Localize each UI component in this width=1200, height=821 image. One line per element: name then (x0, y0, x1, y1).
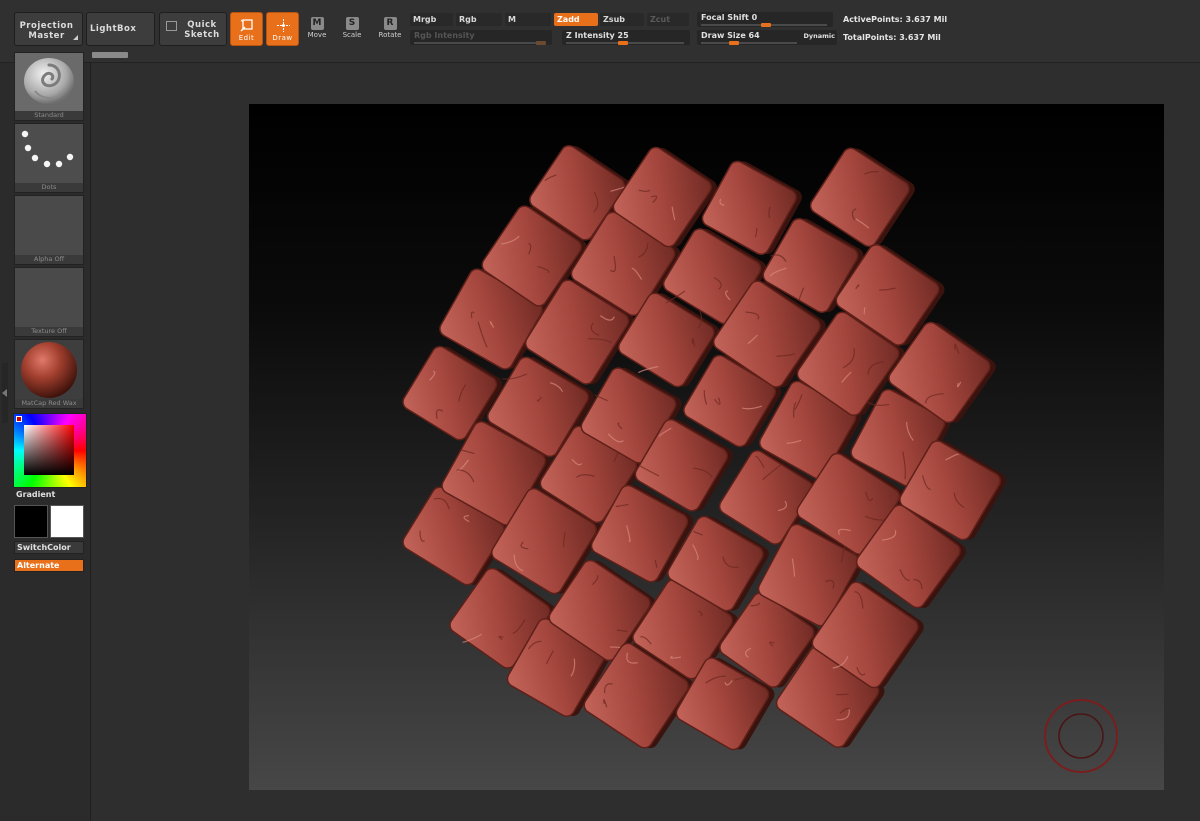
move-button[interactable]: M Move (305, 17, 329, 39)
move-icon: M (310, 17, 324, 30)
total-points-label: TotalPoints: (843, 33, 897, 42)
color-cursor (16, 416, 22, 422)
m-toggle[interactable]: M (505, 13, 551, 26)
corner-arrow-icon (73, 35, 78, 40)
mrgb-toggle[interactable]: Mrgb (410, 13, 453, 26)
projection-master-button[interactable]: Projection Master (14, 12, 83, 46)
gradient-label: Gradient (16, 490, 56, 499)
quick-sketch-button[interactable]: Quick Sketch (159, 12, 227, 46)
switch-color-button[interactable]: SwitchColor (14, 541, 84, 554)
zsub-toggle[interactable]: Zsub (600, 13, 644, 26)
edit-button[interactable]: Edit (230, 12, 263, 46)
left-shelf: Standard Dots Alpha Off Texture Off MatC… (0, 52, 91, 821)
main-color-swatch[interactable] (50, 505, 84, 538)
draw-size-slider[interactable]: Draw Size 64 Dynamic (697, 30, 837, 45)
edit-icon (240, 19, 253, 32)
shelf-collapse-handle[interactable] (2, 363, 8, 423)
quick-sketch-label: Quick Sketch (184, 20, 220, 40)
z-intensity-label: Z Intensity (566, 31, 615, 40)
rgb-toggle[interactable]: Rgb (456, 13, 502, 26)
alternate-button[interactable]: Alternate (14, 559, 84, 572)
color-square[interactable] (24, 425, 74, 475)
tray-handle[interactable] (92, 52, 128, 58)
active-points-value: 3.637 Mil (905, 15, 948, 24)
z-intensity-slider[interactable]: Z Intensity 25 (562, 30, 690, 45)
focal-shift-knob (761, 23, 771, 27)
z-intensity-knob (618, 41, 628, 45)
alpha-thumbnail[interactable]: Alpha Off (14, 195, 84, 265)
dots-stroke-icon (21, 130, 74, 168)
material-caption: MatCap Red Wax (15, 399, 83, 408)
texture-caption: Texture Off (15, 327, 83, 336)
rgb-intensity-slider[interactable]: Rgb Intensity (410, 30, 552, 45)
dynamic-button[interactable]: Dynamic (803, 30, 835, 42)
top-toolbar: Projection Master LightBox Quick Sketch … (0, 0, 1200, 63)
active-points-readout: ActivePoints: 3.637 Mil (843, 15, 947, 24)
brush-thumbnail[interactable]: Standard (14, 52, 84, 121)
focal-shift-track (701, 23, 827, 27)
stone-pavement-model[interactable] (249, 104, 1164, 790)
collapse-arrow-icon (2, 389, 7, 397)
rgb-intensity-knob (536, 41, 546, 45)
focal-shift-label: Focal Shift (701, 13, 749, 22)
red-wax-sphere-icon (21, 342, 77, 398)
draw-button[interactable]: Draw (266, 12, 299, 46)
rotate-button[interactable]: R Rotate (376, 17, 404, 39)
lightbox-button[interactable]: LightBox (86, 12, 155, 46)
total-points-readout: TotalPoints: 3.637 Mil (843, 33, 941, 42)
zadd-toggle[interactable]: Zadd (554, 13, 598, 26)
total-points-value: 3.637 Mil (899, 33, 941, 42)
active-points-label: ActivePoints: (843, 15, 903, 24)
texture-thumbnail[interactable]: Texture Off (14, 267, 84, 337)
color-picker[interactable] (13, 413, 87, 488)
draw-size-track (701, 41, 797, 45)
z-intensity-track (566, 41, 684, 45)
zcut-toggle[interactable]: Zcut (647, 13, 689, 26)
projection-master-label: Projection Master (19, 21, 74, 41)
draw-size-value: 64 (748, 31, 760, 40)
draw-size-label: Draw Size (701, 31, 746, 40)
rotate-label: Rotate (378, 31, 402, 39)
standard-brush-icon (24, 58, 74, 104)
scale-icon: S (345, 17, 359, 30)
secondary-color-swatch[interactable] (14, 505, 48, 538)
rotate-icon: R (383, 17, 397, 30)
stroke-thumbnail[interactable]: Dots (14, 123, 84, 193)
focal-shift-value: 0 (751, 13, 758, 22)
scale-label: Scale (342, 31, 362, 39)
quick-sketch-icon (166, 21, 177, 31)
stroke-caption: Dots (15, 183, 83, 192)
focal-shift-slider[interactable]: Focal Shift 0 (697, 12, 833, 27)
edit-label: Edit (238, 34, 255, 42)
brush-caption: Standard (15, 111, 83, 120)
lightbox-label: LightBox (90, 24, 137, 34)
rgb-intensity-label: Rgb Intensity (414, 31, 475, 40)
z-intensity-value: 25 (617, 31, 629, 40)
draw-size-knob (729, 41, 739, 45)
move-label: Move (307, 31, 327, 39)
draw-icon (277, 19, 290, 32)
draw-label: Draw (272, 34, 293, 42)
rgb-intensity-track (414, 41, 546, 45)
alpha-caption: Alpha Off (15, 255, 83, 264)
brush-cursor (1044, 699, 1118, 773)
material-thumbnail[interactable]: MatCap Red Wax (14, 339, 84, 409)
canvas-viewport[interactable] (249, 104, 1164, 790)
scale-button[interactable]: S Scale (340, 17, 364, 39)
